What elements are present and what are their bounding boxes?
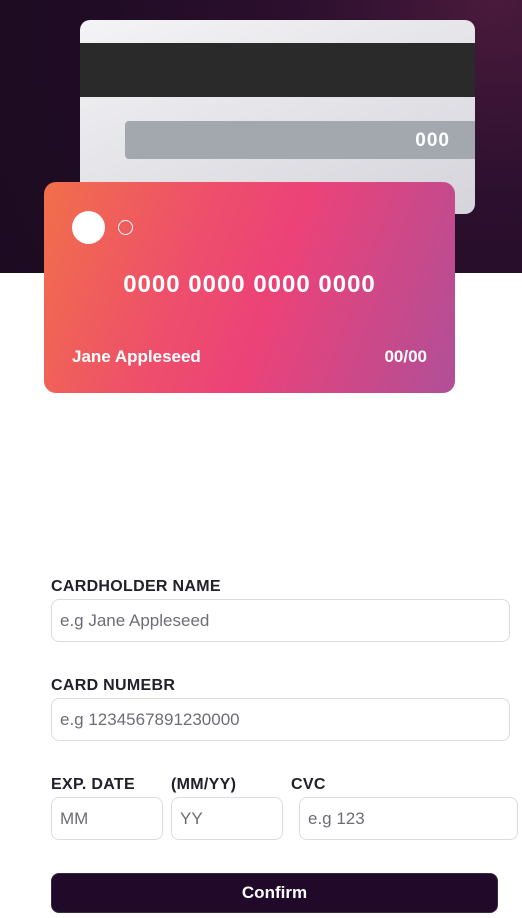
- exp-date-label: EXP. DATE: [51, 776, 135, 793]
- card-logo-filled-circle-icon: [72, 211, 105, 244]
- cardholder-name-input[interactable]: [51, 599, 510, 642]
- card-expiry-display: 00/00: [384, 347, 427, 366]
- card-front: 0000 0000 0000 0000 Jane Appleseed 00/00: [44, 182, 455, 393]
- cvc-label: CVC: [291, 776, 326, 793]
- exp-year-input[interactable]: [171, 797, 283, 840]
- card-logo-outline-circle-icon: [118, 220, 133, 235]
- confirm-button[interactable]: Confirm: [51, 873, 498, 913]
- card-cvc-display: 000: [415, 130, 450, 151]
- card-number-label: CARD NUMEBR: [51, 677, 176, 694]
- cvc-input[interactable]: [299, 797, 518, 840]
- exp-format-label: (MM/YY): [171, 776, 237, 793]
- magnetic-stripe: [80, 43, 475, 97]
- card-number-input[interactable]: [51, 698, 510, 741]
- card-holder-display: Jane Appleseed: [72, 347, 201, 366]
- cardholder-name-label: CARDHOLDER NAME: [51, 578, 221, 595]
- exp-month-input[interactable]: [51, 797, 163, 840]
- card-number-display: 0000 0000 0000 0000: [123, 271, 376, 298]
